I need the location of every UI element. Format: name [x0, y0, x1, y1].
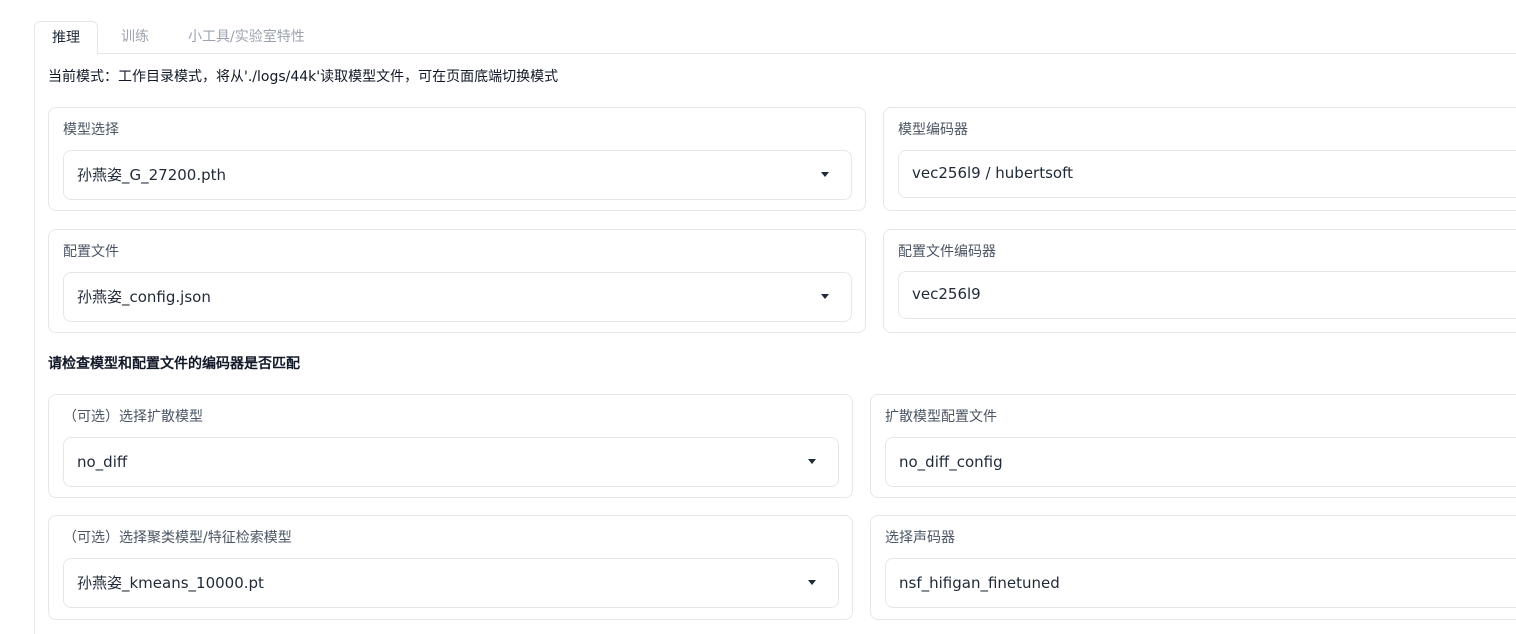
tab-training[interactable]: 训练	[121, 21, 149, 54]
chevron-down-icon	[821, 172, 829, 177]
model-encoder-field[interactable]: vec256l9 / hubertsoft	[898, 150, 1516, 198]
encoder-check-notice: 请检查模型和配置文件的编码器是否匹配	[48, 356, 300, 372]
config-encoder-block: 配置文件编码器 vec256l9	[883, 229, 1516, 333]
vocoder-block: 选择声码器 nsf_hifigan_finetuned	[870, 515, 1516, 620]
model-select-block: 模型选择 孙燕姿_G_27200.pth	[48, 107, 866, 211]
panel-border	[34, 54, 35, 634]
cluster-model-value: 孙燕姿_kmeans_10000.pt	[77, 574, 264, 592]
diffusion-config-field[interactable]: no_diff_config	[885, 437, 1516, 487]
model-encoder-value: vec256l9 / hubertsoft	[912, 164, 1073, 182]
cluster-model-dropdown[interactable]: 孙燕姿_kmeans_10000.pt	[63, 558, 839, 608]
diffusion-model-dropdown[interactable]: no_diff	[63, 437, 839, 487]
config-encoder-field[interactable]: vec256l9	[898, 271, 1516, 319]
current-mode-text: 当前模式：工作目录模式，将从'./logs/44k'读取模型文件，可在页面底端切…	[48, 69, 559, 85]
diffusion-model-block: （可选）选择扩散模型 no_diff	[48, 394, 853, 498]
diffusion-config-label: 扩散模型配置文件	[885, 409, 997, 425]
diffusion-model-value: no_diff	[77, 453, 128, 471]
tab-tools-lab[interactable]: 小工具/实验室特性	[188, 21, 305, 54]
chevron-down-icon	[808, 580, 816, 585]
tab-bar: 推理 训练 小工具/实验室特性	[34, 21, 1516, 55]
model-encoder-block: 模型编码器 vec256l9 / hubertsoft	[883, 107, 1516, 211]
chevron-down-icon	[808, 459, 816, 464]
tab-inference[interactable]: 推理	[34, 21, 98, 55]
diffusion-config-value: no_diff_config	[899, 453, 1003, 471]
config-select-label: 配置文件	[63, 244, 119, 260]
model-select-value: 孙燕姿_G_27200.pth	[77, 166, 227, 184]
cluster-model-label: （可选）选择聚类模型/特征检索模型	[63, 530, 292, 546]
config-select-value: 孙燕姿_config.json	[77, 288, 211, 306]
model-select-dropdown[interactable]: 孙燕姿_G_27200.pth	[63, 150, 852, 200]
chevron-down-icon	[821, 294, 829, 299]
config-select-block: 配置文件 孙燕姿_config.json	[48, 229, 866, 333]
model-select-label: 模型选择	[63, 122, 119, 138]
cluster-model-block: （可选）选择聚类模型/特征检索模型 孙燕姿_kmeans_10000.pt	[48, 515, 853, 620]
vocoder-label: 选择声码器	[885, 530, 955, 546]
model-encoder-label: 模型编码器	[898, 122, 968, 138]
config-encoder-value: vec256l9	[912, 285, 981, 303]
app-root: 推理 训练 小工具/实验室特性 当前模式：工作目录模式，将从'./logs/44…	[0, 0, 1516, 634]
vocoder-value: nsf_hifigan_finetuned	[899, 574, 1060, 592]
vocoder-field[interactable]: nsf_hifigan_finetuned	[885, 558, 1516, 608]
config-encoder-label: 配置文件编码器	[898, 244, 996, 260]
config-select-dropdown[interactable]: 孙燕姿_config.json	[63, 272, 852, 322]
diffusion-model-label: （可选）选择扩散模型	[63, 409, 203, 425]
diffusion-config-block: 扩散模型配置文件 no_diff_config	[870, 394, 1516, 498]
